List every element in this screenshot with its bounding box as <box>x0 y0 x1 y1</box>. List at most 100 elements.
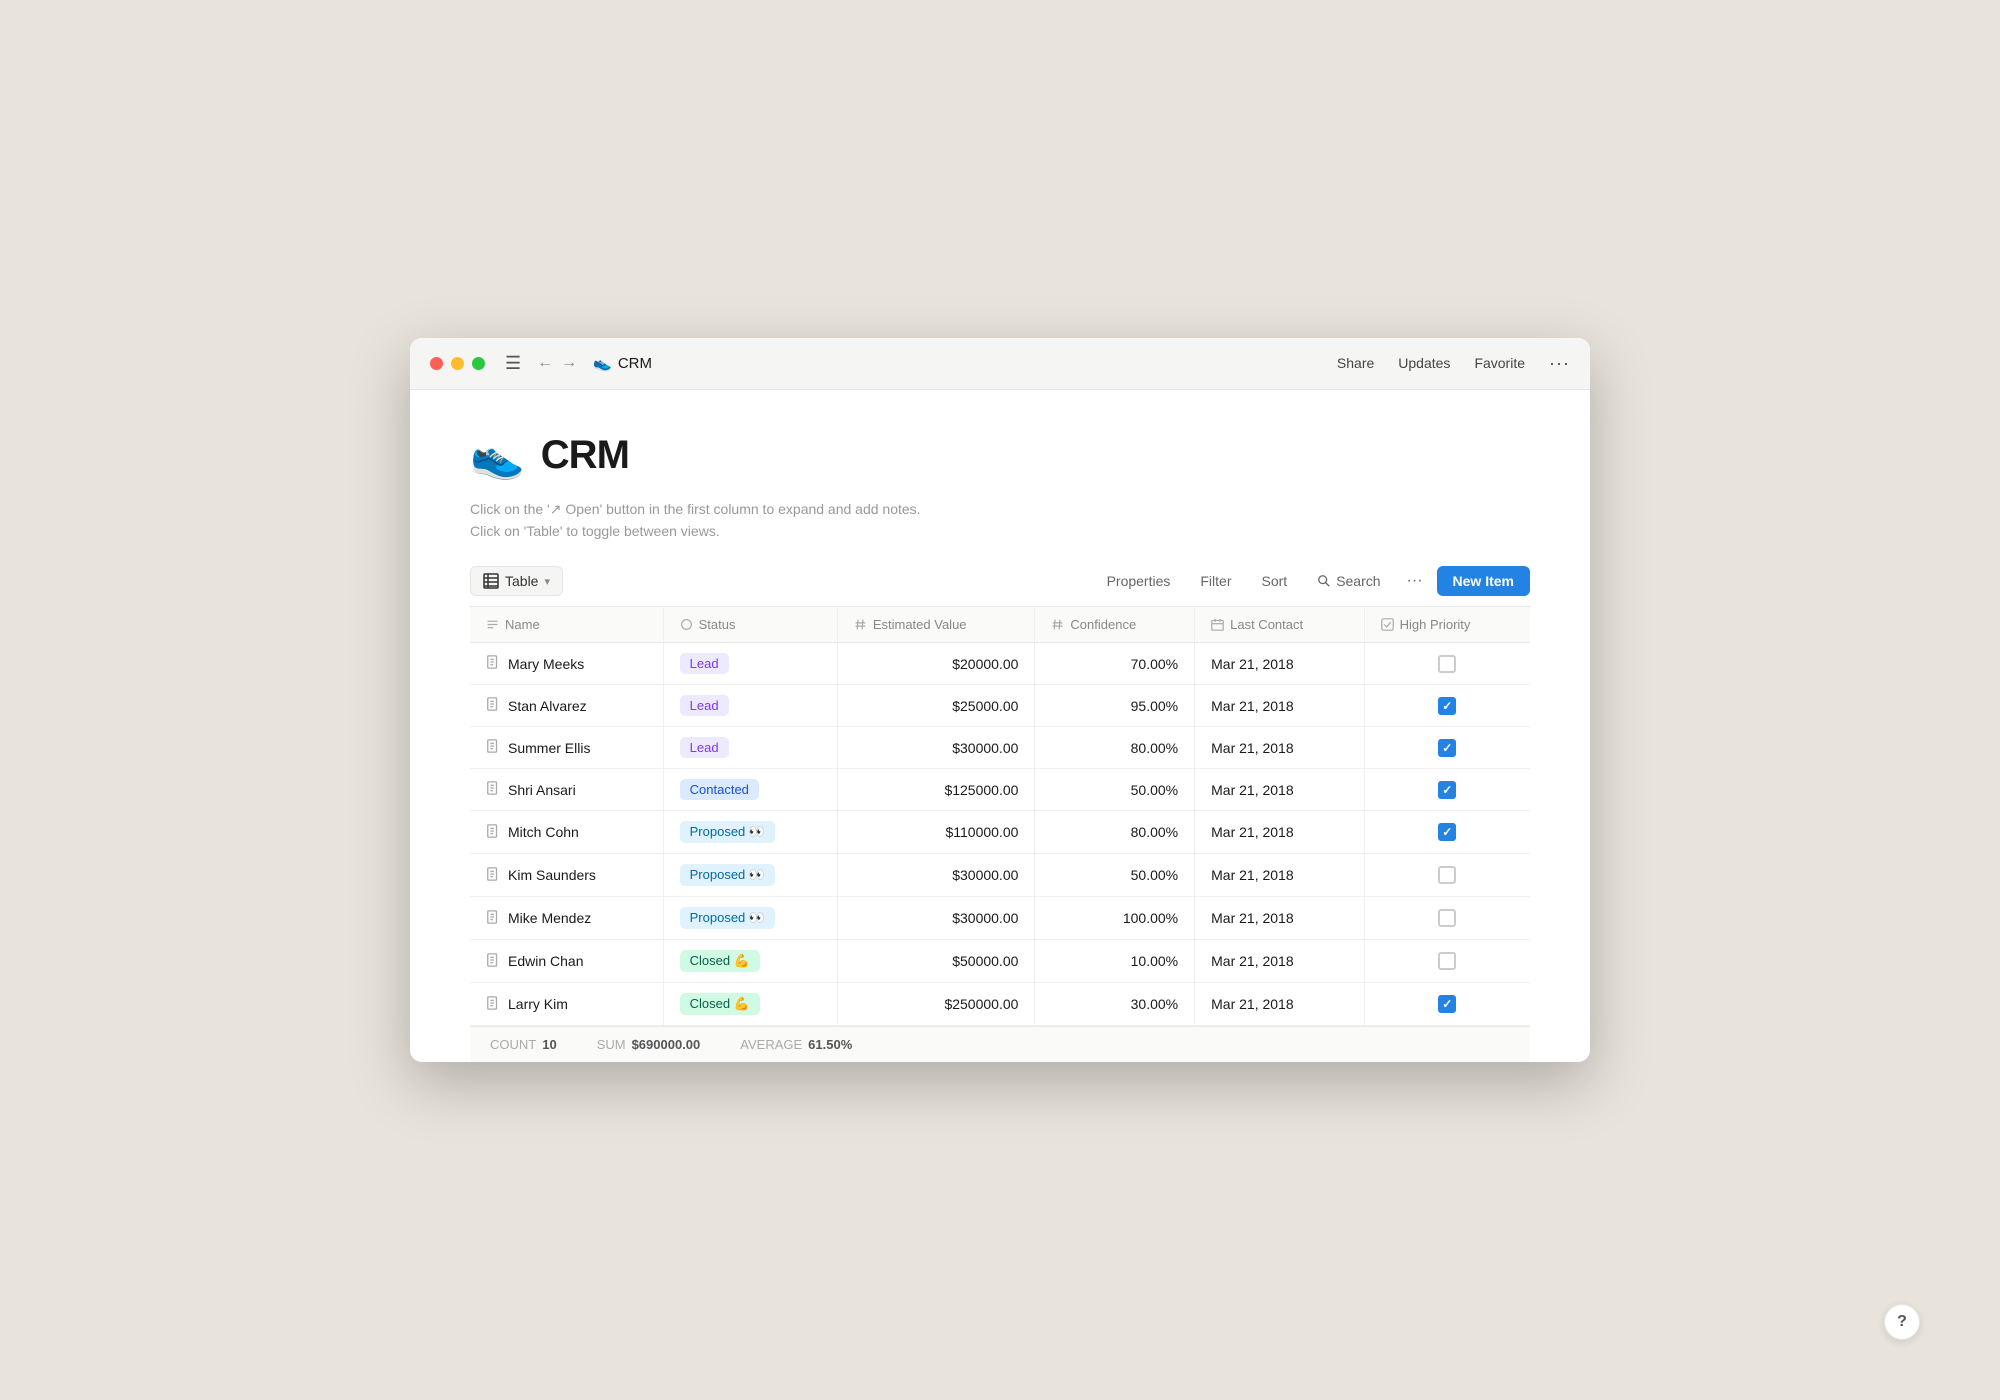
average-value: 61.50% <box>808 1037 852 1052</box>
row-name: Larry Kim <box>508 996 568 1012</box>
name-cell: Kim Saunders <box>486 867 647 884</box>
text-icon <box>486 618 499 631</box>
confidence-cell: 80.00% <box>1035 811 1195 854</box>
estimated-value-cell: $50000.00 <box>837 940 1035 983</box>
priority-checkbox[interactable] <box>1438 697 1456 715</box>
name-cell: Shri Ansari <box>486 781 647 798</box>
footer-sum: SUM $690000.00 <box>597 1037 701 1052</box>
estimated-value-cell: $125000.00 <box>837 769 1035 811</box>
toolbar-more-button[interactable]: ··· <box>1399 566 1431 596</box>
confidence-cell: 70.00% <box>1035 643 1195 685</box>
page-description: Click on the '↗ Open' button in the firs… <box>470 498 1530 543</box>
last-contact-cell: Mar 21, 2018 <box>1195 811 1365 854</box>
col-estimated-value[interactable]: Estimated Value <box>837 607 1035 643</box>
minimize-button[interactable] <box>451 357 464 370</box>
table-row: Mike Mendez Proposed 👀 $30000.00100.00%Ma… <box>470 897 1530 940</box>
status-badge: Contacted <box>680 779 759 800</box>
confidence-cell: 50.00% <box>1035 769 1195 811</box>
menu-icon[interactable]: ☰ <box>505 353 521 374</box>
view-toggle-button[interactable]: Table ▾ <box>470 566 563 596</box>
col-high-priority[interactable]: High Priority <box>1364 607 1530 643</box>
close-button[interactable] <box>430 357 443 370</box>
doc-icon <box>486 910 500 927</box>
last-contact-cell: Mar 21, 2018 <box>1195 643 1365 685</box>
doc-icon <box>486 824 500 841</box>
table-row: Shri Ansari Contacted $125000.0050.00%Mar… <box>470 769 1530 811</box>
priority-checkbox[interactable] <box>1438 739 1456 757</box>
properties-label: Properties <box>1107 573 1171 589</box>
table-row: Mitch Cohn Proposed 👀$110000.0080.00%Mar… <box>470 811 1530 854</box>
footer-count: COUNT 10 <box>490 1037 557 1052</box>
row-name: Mike Mendez <box>508 910 591 926</box>
last-contact-cell: Mar 21, 2018 <box>1195 897 1365 940</box>
doc-icon <box>486 996 500 1013</box>
priority-checkbox[interactable] <box>1438 655 1456 673</box>
name-cell: Mitch Cohn <box>486 824 647 841</box>
confidence-cell: 100.00% <box>1035 897 1195 940</box>
confidence-cell: 10.00% <box>1035 940 1195 983</box>
maximize-button[interactable] <box>472 357 485 370</box>
col-name[interactable]: Name <box>470 607 663 643</box>
col-last-contact[interactable]: Last Contact <box>1195 607 1365 643</box>
updates-button[interactable]: Updates <box>1398 355 1450 371</box>
doc-icon <box>486 867 500 884</box>
tag-icon <box>680 618 693 631</box>
sort-label: Sort <box>1262 573 1288 589</box>
sum-label: SUM <box>597 1037 626 1052</box>
search-label: Search <box>1336 573 1380 589</box>
estimated-value-cell: $30000.00 <box>837 897 1035 940</box>
last-contact-cell: Mar 21, 2018 <box>1195 685 1365 727</box>
confidence-cell: 50.00% <box>1035 854 1195 897</box>
last-contact-cell: Mar 21, 2018 <box>1195 854 1365 897</box>
last-contact-cell: Mar 21, 2018 <box>1195 769 1365 811</box>
forward-button[interactable]: → <box>561 354 577 372</box>
favorite-button[interactable]: Favorite <box>1474 355 1525 371</box>
priority-checkbox[interactable] <box>1438 909 1456 927</box>
status-badge: Proposed 👀 <box>680 907 775 929</box>
description-line1: Click on the '↗ Open' button in the firs… <box>470 498 1530 520</box>
search-button[interactable]: Search <box>1305 567 1392 595</box>
col-confidence[interactable]: Confidence <box>1035 607 1195 643</box>
row-name: Mary Meeks <box>508 656 584 672</box>
row-name: Summer Ellis <box>508 740 590 756</box>
doc-icon <box>486 953 500 970</box>
priority-checkbox[interactable] <box>1438 995 1456 1013</box>
estimated-value-cell: $30000.00 <box>837 727 1035 769</box>
properties-button[interactable]: Properties <box>1095 567 1183 595</box>
checkbox-icon <box>1381 618 1394 631</box>
priority-checkbox[interactable] <box>1438 823 1456 841</box>
sort-button[interactable]: Sort <box>1250 567 1300 595</box>
priority-checkbox[interactable] <box>1438 781 1456 799</box>
doc-icon <box>486 781 500 798</box>
row-name: Mitch Cohn <box>508 824 579 840</box>
count-label: COUNT <box>490 1037 536 1052</box>
chevron-down-icon: ▾ <box>544 575 550 588</box>
priority-checkbox[interactable] <box>1438 866 1456 884</box>
confidence-cell: 95.00% <box>1035 685 1195 727</box>
more-options-button[interactable]: ··· <box>1549 353 1570 374</box>
col-status[interactable]: Status <box>663 607 837 643</box>
traffic-lights <box>430 357 485 370</box>
high-priority-cell <box>1381 995 1514 1013</box>
new-item-button[interactable]: New Item <box>1437 566 1530 596</box>
high-priority-cell <box>1381 781 1514 799</box>
filter-button[interactable]: Filter <box>1188 567 1243 595</box>
doc-icon <box>486 739 500 756</box>
back-button[interactable]: ← <box>537 354 553 372</box>
hash-icon-2 <box>1051 618 1064 631</box>
table-row: Larry Kim Closed 💪$250000.0030.00%Mar 21… <box>470 983 1530 1026</box>
help-button[interactable]: ? <box>1884 1304 1920 1340</box>
table-row: Mary Meeks Lead$20000.0070.00%Mar 21, 20… <box>470 643 1530 685</box>
row-name: Shri Ansari <box>508 782 576 798</box>
page-content: 👟 CRM Click on the '↗ Open' button in th… <box>410 390 1590 1063</box>
table-row: Summer Ellis Lead$30000.0080.00%Mar 21, … <box>470 727 1530 769</box>
status-badge: Lead <box>680 737 729 758</box>
high-priority-cell <box>1381 823 1514 841</box>
priority-checkbox[interactable] <box>1438 952 1456 970</box>
share-button[interactable]: Share <box>1337 355 1374 371</box>
app-window: ☰ ← → 👟 CRM Share Updates Favorite ··· 👟… <box>410 338 1590 1063</box>
name-cell: Edwin Chan <box>486 953 647 970</box>
footer-average: AVERAGE 61.50% <box>740 1037 852 1052</box>
data-table-container: Name Status <box>470 606 1530 1026</box>
name-cell: Summer Ellis <box>486 739 647 756</box>
